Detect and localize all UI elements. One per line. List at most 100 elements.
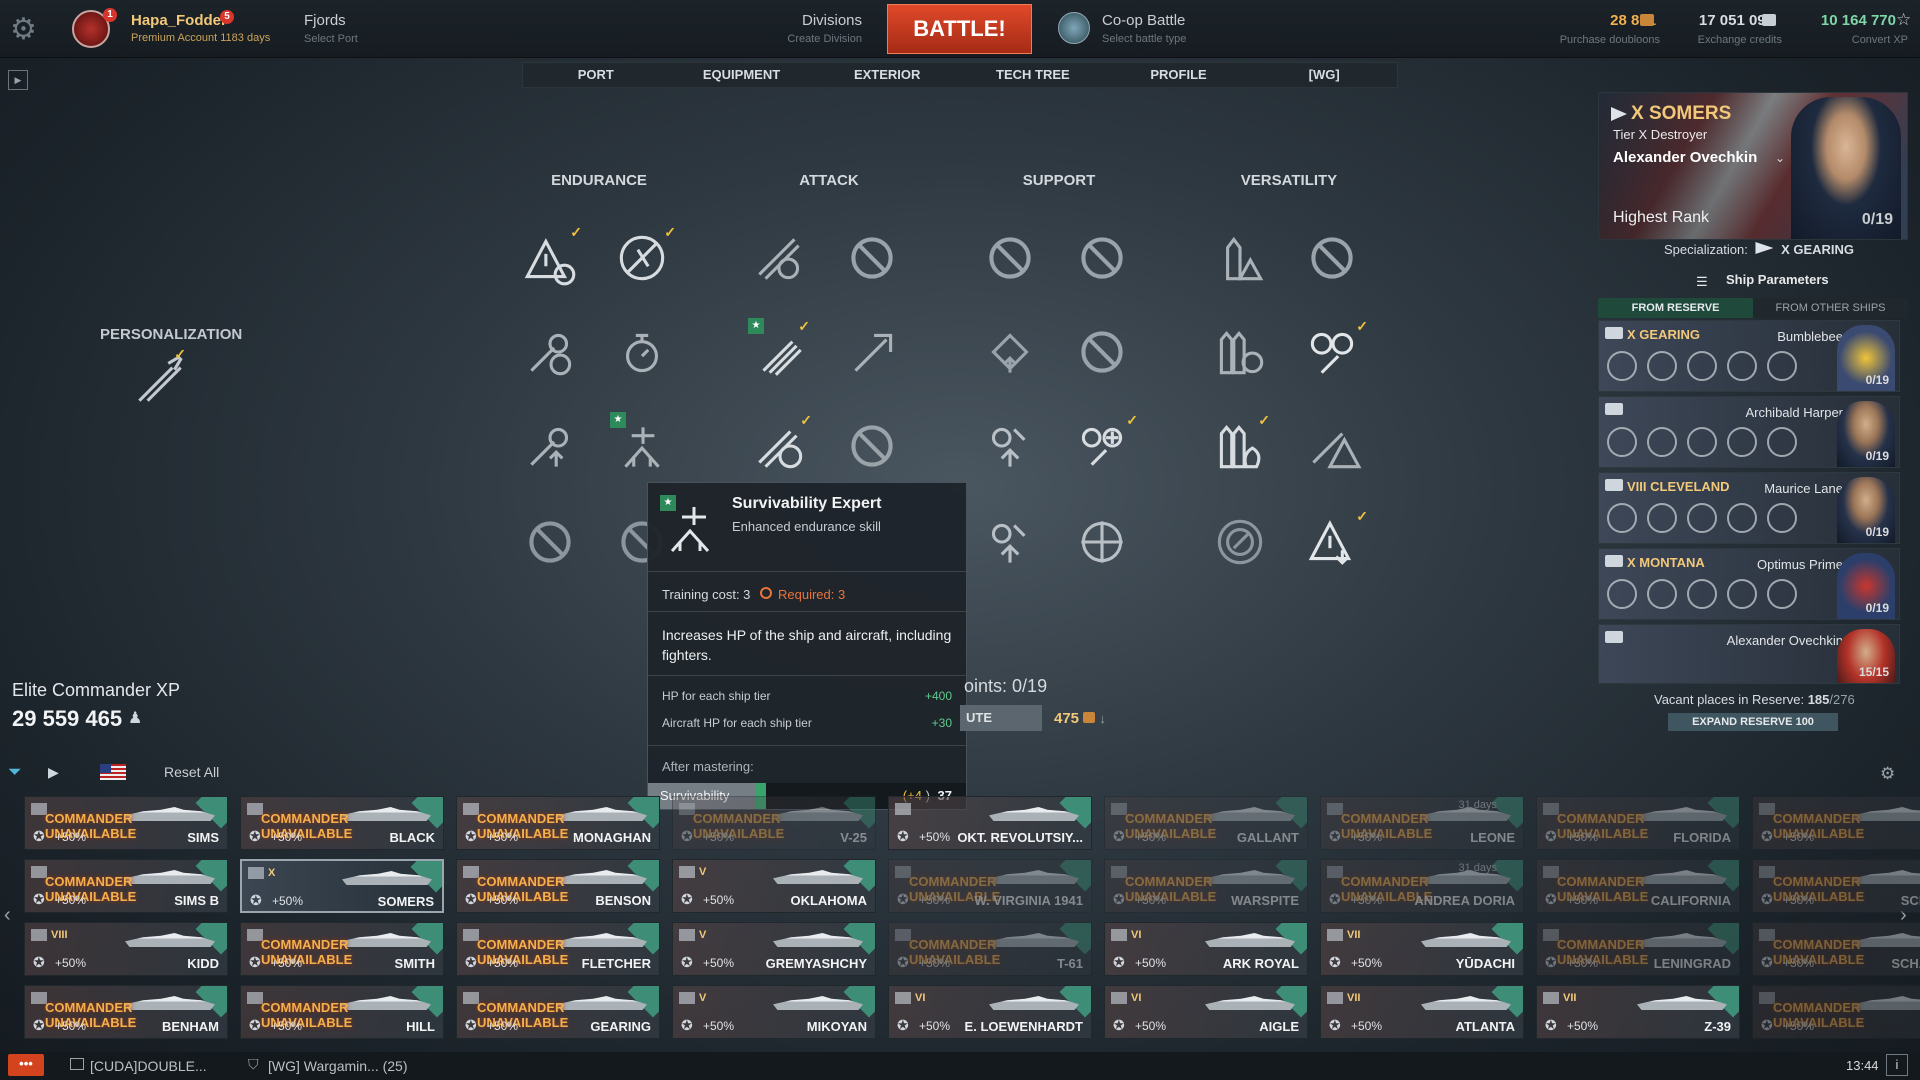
skill-locked-icon[interactable] [838,412,906,480]
skill-incoming-fire-alert-icon[interactable]: ✓ [516,224,584,292]
reserve-commander-card[interactable]: X GEARING Bumblebee 0/19 [1598,320,1900,392]
battle-button[interactable]: BATTLE! [887,4,1032,54]
ship-card[interactable]: COMMANDER UNAVAILABLE ✪ +50% BENSON [456,859,660,913]
ship-card[interactable]: V ✪ +50% OKLAHOMA [672,859,876,913]
skill-vigilance-icon[interactable]: ✓ [1298,508,1368,576]
ship-card[interactable]: COMMANDER UNAVAILABLE ✪ +50% T-61 [888,922,1092,976]
ship-card[interactable]: 31 days COMMANDER UNAVAILABLE ✪ +50% LEONE [1320,796,1524,850]
carousel-settings-gear-icon[interactable]: ⚙ [1880,764,1895,784]
skill-locked-icon[interactable] [976,224,1044,292]
reserve-commander-card[interactable]: X MONTANA Optimus Prime 0/19 [1598,548,1900,620]
skill-emergency-repair-expert-icon[interactable] [516,412,584,480]
skill-grease-the-gears-icon[interactable]: ✓ [608,224,676,292]
skill-locked-icon[interactable] [838,224,906,292]
skill-locked-icon[interactable] [516,508,584,576]
reserve-commander-card[interactable]: Alexander Ovechkin 15/15 [1598,624,1900,684]
ship-card[interactable]: COMMANDER UNAVAILABLE ✪ +50% SMITH [240,922,444,976]
commander-card[interactable]: X SOMERS Tier X Destroyer Alexander Ovec… [1598,92,1908,240]
ship-card[interactable]: VI ✪ +50% ARK ROYAL [1104,922,1308,976]
chat-channel-2[interactable]: [WG] Wargamin... (25) [268,1058,408,1074]
ship-card[interactable]: COMMANDER UNAVAILABLE✪+50%SCHAR [1752,859,1920,913]
carousel-prev-arrow-icon[interactable]: ‹ [4,904,11,927]
ship-card[interactable]: COMMANDER UNAVAILABLE ✪ +50% BENHAM [24,985,228,1039]
ship-card[interactable]: COMMANDER UNAVAILABLE ✪ +50% FLETCHER [456,922,660,976]
skill-torpedo-alert-icon[interactable] [1298,412,1366,480]
skill-aa-upgrade-icon[interactable] [976,412,1044,480]
filter-icon[interactable]: ⏷ [8,762,22,782]
ship-card[interactable]: COMMANDER UNAVAILABLE ✪ +50% GEARING [456,985,660,1039]
chat-channel-1[interactable]: [CUDA]DOUBLE... [90,1058,207,1074]
tab-from-other-ships[interactable]: FROM OTHER SHIPS [1753,298,1908,318]
ship-card[interactable]: COMMANDER UNAVAILABLE ✪ +50% SIMS B [24,859,228,913]
tab-tech-tree[interactable]: TECH TREE [960,63,1106,87]
ship-card[interactable]: COMMANDER UNAVAILABLE✪+50%M [1752,796,1920,850]
train-commander-button[interactable]: UTE [960,705,1042,731]
skill-demolition-expert-icon[interactable] [1206,318,1274,386]
chevron-down-icon[interactable]: ⌄ [1775,151,1785,165]
ship-card[interactable]: COMMANDER UNAVAILABLE ✪ +50% W. VIRGINIA 19… [888,859,1092,913]
username[interactable]: Hapa_Fodder [131,12,227,29]
us-flag-filter-icon[interactable] [100,764,126,780]
tab-from-reserve[interactable]: FROM RESERVE [1598,298,1753,318]
ship-card[interactable]: COMMANDER UNAVAILABLE✪+50%SCHARN [1752,922,1920,976]
tab-exterior[interactable]: EXTERIOR [814,63,960,87]
chat-menu-button[interactable]: ••• [8,1054,44,1076]
premium-account-status[interactable]: Premium Account 1183 days [131,32,270,44]
ship-card[interactable]: COMMANDER UNAVAILABLE ✪ +50% HILL [240,985,444,1039]
settings-gear-icon[interactable]: ⚙ [10,12,50,48]
skill-fill-the-tubes-icon[interactable] [746,224,814,292]
divisions-title[interactable]: Divisions [802,12,862,29]
skill-radar-target-icon[interactable] [1068,508,1136,576]
ship-card[interactable]: V ✪ +50% MIKOYAN [672,985,876,1039]
free-xp-value[interactable]: 10 164 770 [1790,12,1896,29]
skill-heal-upgrade-icon[interactable] [976,318,1044,386]
skill-locked-icon[interactable] [1298,224,1366,292]
ship-card[interactable]: X ✪ +50% SOMERS [240,859,444,913]
ship-card[interactable]: COMMANDER UNAVAILABLE ✪ +50% CALIFORNIA [1536,859,1740,913]
ship-card[interactable]: COMMANDER UNAVAILABLE ✪ +50% MONAGHAN [456,796,660,850]
reset-all-filters[interactable]: Reset All [164,764,219,780]
ship-card[interactable]: COMMANDER UNAVAILABLE ✪ +50% SIMS [24,796,228,850]
ship-card[interactable]: COMMANDER UNAVAILABLE ✪ +50% LENINGRAD [1536,922,1740,976]
personalization-icon[interactable]: ✓ [126,346,194,414]
skill-damage-control-icon[interactable]: ✓ [1298,318,1368,386]
skill-main-battery-reload-icon[interactable]: ✓ [746,412,814,480]
tab-profile[interactable]: PROFILE [1106,63,1252,87]
ship-type-filter-icon[interactable]: ▶ [48,764,59,781]
battle-mode-title[interactable]: Co-op Battle [1102,12,1185,29]
commander-name[interactable]: Alexander Ovechkin [1613,149,1757,166]
info-button[interactable]: i [1886,1054,1908,1076]
ship-card[interactable]: COMMANDER UNAVAILABLE ✪ +50% GALLANT [1104,796,1308,850]
ship-card[interactable]: VI ✪ +50% E. LOEWENHARDT [888,985,1092,1039]
reserve-commander-card[interactable]: Archibald Harper 0/19 [1598,396,1900,468]
skill-swift-fish-icon[interactable] [838,318,906,386]
skill-consumable-specialist-icon[interactable]: ✓ [1068,412,1138,480]
tab-clan[interactable]: [WG] [1251,63,1397,87]
ship-card[interactable]: COMMANDER UNAVAILABLE ✪ +50% WARSPITE [1104,859,1308,913]
skill-radio-location-icon[interactable] [1206,508,1274,576]
port-name[interactable]: Fjords [304,12,346,29]
ship-card[interactable]: VI ✪ +50% AIGLE [1104,985,1308,1039]
skill-priority-target-icon[interactable] [608,318,676,386]
ship-card[interactable]: COMMANDER UNAVAILABLE ✪ +50% FLORIDA [1536,796,1740,850]
ship-card[interactable]: ✪ +50% OKT. REVOLUTSIY... [888,796,1092,850]
skill-fire-prevention-icon[interactable]: ✓ [1206,412,1274,480]
skill-main-battery-expert-icon[interactable]: ★ ✓ [746,318,814,386]
ship-card[interactable]: VII ✪ +50% ATLANTA [1320,985,1524,1039]
ship-card[interactable]: 31 days COMMANDER UNAVAILABLE ✪ +50% ANDREA … [1320,859,1524,913]
skill-emergency-repair-icon[interactable] [516,318,584,386]
ship-card[interactable]: COMMANDER UNAVAILABLE ✪ +50% V-25 [672,796,876,850]
reserve-commander-card[interactable]: VIII CLEVELAND Maurice Lane 0/19 [1598,472,1900,544]
tab-port[interactable]: PORT [523,63,669,87]
tab-equipment[interactable]: EQUIPMENT [669,63,815,87]
skill-locked-icon[interactable] [1068,224,1136,292]
ship-card[interactable]: V ✪ +50% GREMYASHCHY [672,922,876,976]
ship-card[interactable]: COMMANDER UNAVAILABLE ✪ +50% [1752,985,1920,1039]
expand-reserve-button[interactable]: EXPAND RESERVE 100 [1668,713,1838,731]
ship-parameters-button[interactable]: Ship Parameters [1726,272,1829,287]
skill-liquidator-icon[interactable] [1206,224,1274,292]
skill-locked-icon[interactable] [1068,318,1136,386]
ship-card[interactable]: VII ✪ +50% Z-39 [1536,985,1740,1039]
skill-aa-defense-icon[interactable] [976,508,1044,576]
skill-survivability-expert-icon[interactable]: ★ [608,412,676,480]
